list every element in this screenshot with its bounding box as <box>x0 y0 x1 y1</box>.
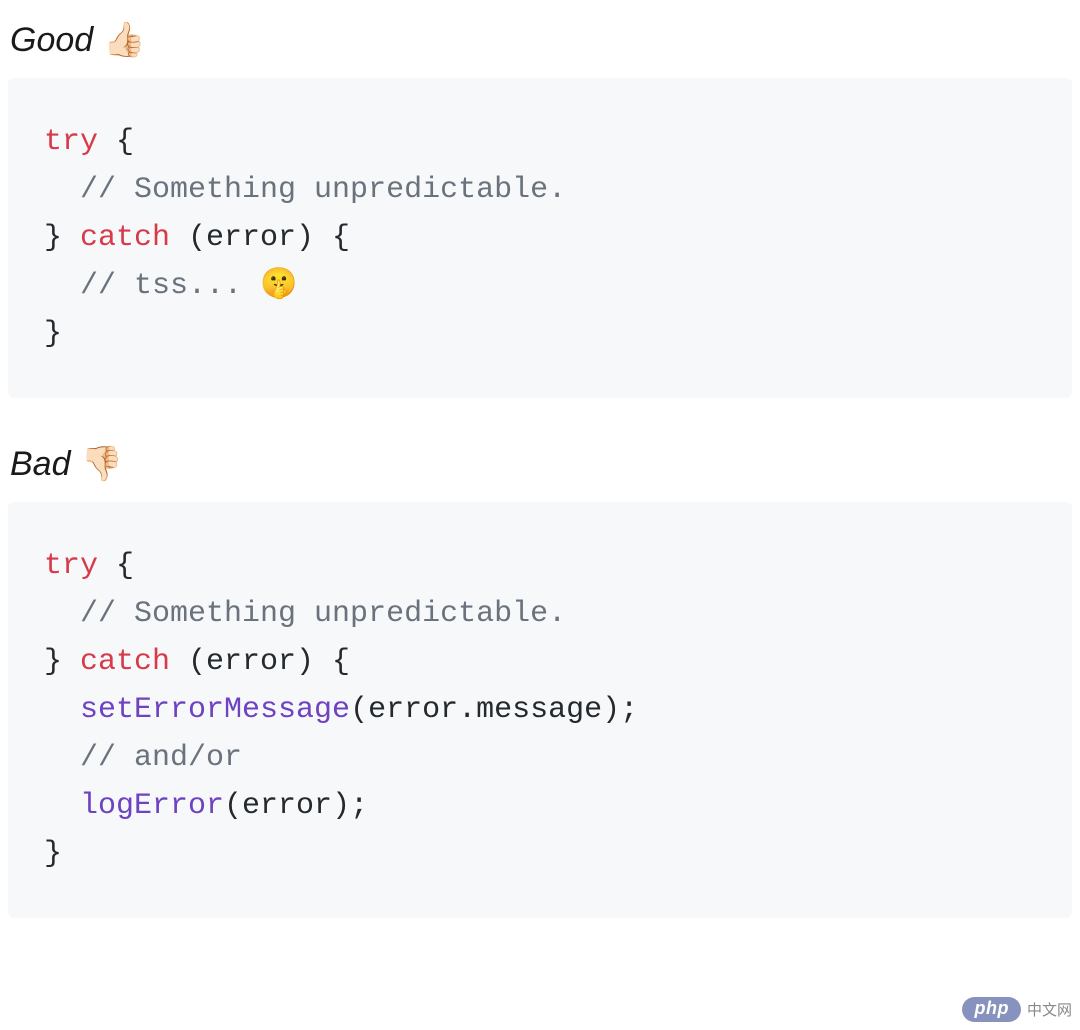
bad-code-block: try { // Something unpredictable. } catc… <box>8 502 1072 918</box>
code-indent <box>44 173 80 207</box>
watermark-text: 中文网 <box>1027 999 1072 1020</box>
code-indent <box>44 693 80 727</box>
code-keyword: try <box>44 549 98 583</box>
code-text: } <box>44 837 62 871</box>
code-comment: // tss... 🤫 <box>80 269 297 303</box>
code-text: { <box>98 125 134 159</box>
code-text: } <box>44 317 62 351</box>
code-indent <box>44 741 80 775</box>
code-function: setErrorMessage <box>80 693 350 727</box>
code-keyword: catch <box>80 221 170 255</box>
php-badge-icon: php <box>962 997 1021 1022</box>
good-code-block: try { // Something unpredictable. } catc… <box>8 78 1072 398</box>
thumbs-up-icon: 👍🏻 <box>103 20 145 60</box>
good-text: Good <box>10 21 93 60</box>
code-function: logError <box>80 789 224 823</box>
code-text: } <box>44 645 80 679</box>
code-comment: // Something unpredictable. <box>80 173 566 207</box>
code-text: { <box>98 549 134 583</box>
bad-section-label: Bad 👎🏻 <box>10 444 1072 484</box>
code-text: (error) { <box>170 645 350 679</box>
good-section-label: Good 👍🏻 <box>10 20 1072 60</box>
code-indent <box>44 789 80 823</box>
code-text: (error) { <box>170 221 350 255</box>
thumbs-down-icon: 👎🏻 <box>81 444 123 484</box>
code-text: } <box>44 221 80 255</box>
code-keyword: catch <box>80 645 170 679</box>
code-indent <box>44 597 80 631</box>
code-keyword: try <box>44 125 98 159</box>
code-indent <box>44 269 80 303</box>
code-text: (error); <box>224 789 368 823</box>
code-comment: // Something unpredictable. <box>80 597 566 631</box>
code-text: (error.message); <box>350 693 638 727</box>
watermark: php 中文网 <box>962 997 1072 1022</box>
bad-text: Bad <box>10 445 71 484</box>
code-comment: // and/or <box>80 741 242 775</box>
